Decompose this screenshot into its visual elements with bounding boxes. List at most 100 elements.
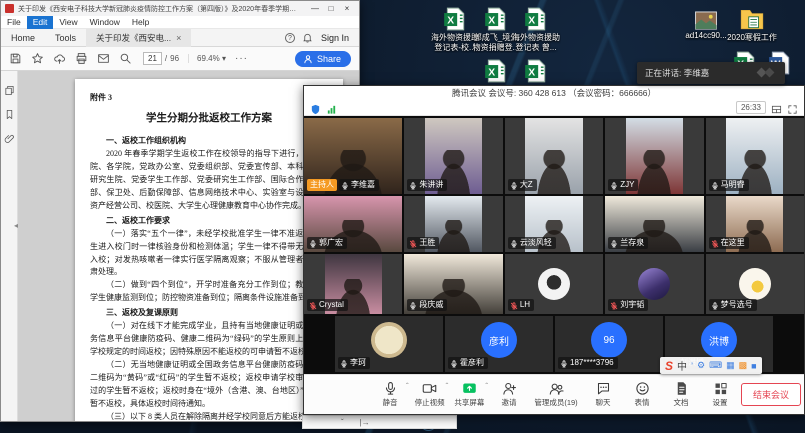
participant-name-badge: 李维嘉	[339, 179, 379, 191]
menu-edit[interactable]: Edit	[27, 16, 54, 29]
participant-tile[interactable]: 郭广宏	[304, 196, 402, 252]
tab-home[interactable]: Home	[1, 29, 45, 47]
meeting-toolbar-doc[interactable]: 文档	[663, 381, 699, 408]
participant-tile[interactable]: 大Z	[505, 118, 603, 194]
attachments-icon[interactable]	[4, 131, 15, 142]
participant-name: 云淡风轻	[520, 238, 552, 248]
participant-tile[interactable]: Crystal	[304, 254, 402, 314]
mail-icon[interactable]	[97, 52, 110, 65]
ime-tool-icon[interactable]: ■	[751, 361, 756, 371]
participant-tile[interactable]: 彦利霍彦利	[445, 316, 553, 372]
meeting-toolbar-share-screen[interactable]: 共享屏幕	[451, 381, 487, 408]
desktop-icon-excel[interactable]: X	[511, 58, 561, 84]
mic-muted-icon	[409, 239, 417, 247]
participant-tile[interactable]: 刘宇韬	[605, 254, 703, 314]
share-button[interactable]: Share	[295, 51, 351, 67]
sogou-logo-icon[interactable]: S	[665, 359, 673, 373]
menu-help[interactable]: Help	[126, 16, 155, 29]
ime-tool-icon[interactable]: ▦	[726, 360, 735, 371]
zoom-level-dropdown[interactable]: 69.4% ▾	[188, 54, 226, 63]
video-grid-row: 主持人李维嘉朱讲讲大Z ZJY 马明睿	[304, 118, 804, 194]
layout-switch-icon[interactable]	[771, 102, 782, 113]
excel-icon: X	[442, 6, 468, 32]
svg-text:X: X	[528, 67, 535, 78]
participant-name-badge: 刘宇韬	[608, 299, 648, 311]
participant-tile[interactable]: 云淡风轻	[505, 196, 603, 252]
page-thumbnails-icon[interactable]	[4, 83, 15, 94]
participant-tile[interactable]: ZJY	[605, 118, 703, 194]
participant-tile[interactable]: 王胜	[404, 196, 502, 252]
participant-tile[interactable]: 段庆威	[404, 254, 502, 314]
ime-tool-icon[interactable]: ’	[691, 361, 693, 371]
more-tools-button[interactable]: ···	[235, 53, 248, 64]
scroll-down-chevron-icon[interactable]: ˇ	[341, 418, 344, 427]
network-signal-icon[interactable]	[326, 102, 337, 113]
emoji-icon	[635, 381, 650, 396]
end-meeting-button[interactable]: 结束会议	[741, 383, 801, 406]
sign-in-button[interactable]: Sign In	[321, 33, 349, 43]
participant-tile[interactable]: 主持人李维嘉	[304, 118, 402, 194]
meeting-toolbar-mic[interactable]: 静音	[372, 381, 408, 408]
help-icon[interactable]: ?	[285, 33, 295, 43]
options-chevron-icon[interactable]: ˆ	[446, 382, 449, 391]
ime-tool-icon[interactable]: ▩	[739, 360, 748, 371]
desktop-icon-folder[interactable]: 2020寒假工作	[727, 6, 777, 43]
participant-tile[interactable]: 李珂	[335, 316, 443, 372]
meeting-toolbar-apps[interactable]: 设置	[702, 381, 738, 408]
desktop-icon-image[interactable]: ad14cc90...	[681, 11, 731, 41]
ime-mode-chinese[interactable]: 中	[677, 358, 687, 373]
cloud-upload-icon[interactable]	[53, 52, 66, 65]
participant-name-badge: 霍彦利	[448, 357, 488, 369]
menu-window[interactable]: Window	[84, 16, 126, 29]
pdf-titlebar[interactable]: 关于印发《西安电子科技大学新冠肺炎疫情防控工作方案（第四版）》及2020年春季学…	[1, 1, 359, 16]
participant-tile[interactable]: 朱讲讲	[404, 118, 502, 194]
meeting-toolbar-members[interactable]: 管理成员(19)	[530, 381, 582, 408]
participant-tile[interactable]: 马明睿	[706, 118, 804, 194]
meeting-toolbar-invite[interactable]: 邀请	[491, 381, 527, 408]
ime-tool-icon[interactable]: ⚙	[697, 360, 705, 371]
meeting-titlebar[interactable]: 腾讯会议 会议号: 360 428 613 （会议密码：666666）	[304, 86, 804, 100]
star-icon[interactable]	[31, 52, 44, 65]
minimize-button[interactable]: —	[307, 2, 323, 16]
participant-name: 马明睿	[721, 180, 745, 190]
participant-tile[interactable]: 在这里	[706, 196, 804, 252]
desktop-icon-excel[interactable]: X海外物资援助登记表 曾...	[511, 6, 561, 53]
doc-title: 学生分期分批返校工作方案	[90, 110, 328, 127]
participant-tile[interactable]: 兰存泉	[605, 196, 703, 252]
chat-icon	[596, 381, 611, 396]
maximize-button[interactable]: □	[323, 2, 339, 16]
zoom-search-icon[interactable]	[119, 52, 132, 65]
participant-tile[interactable]: 梦号选号	[706, 254, 804, 314]
participant-name-badge: 梦号选号	[709, 299, 757, 311]
meeting-toolbar-chat[interactable]: 聊天	[585, 381, 621, 408]
bookmarks-icon[interactable]	[4, 107, 15, 118]
options-chevron-icon[interactable]: ˆ	[485, 382, 488, 391]
page-number-input[interactable]: 21	[143, 52, 162, 65]
participant-name: 大Z	[520, 180, 533, 190]
sogou-ime-bar[interactable]: S 中 ’ ⚙ ⌨ ▦ ▩■	[660, 357, 762, 374]
participant-tile[interactable]: 96187****3796	[555, 316, 663, 372]
save-icon[interactable]	[9, 52, 22, 65]
close-button[interactable]: ×	[339, 2, 355, 16]
participant-tile[interactable]: LH	[505, 254, 603, 314]
page-jump-icon[interactable]: |→	[360, 418, 370, 427]
print-icon[interactable]	[75, 52, 88, 65]
security-shield-icon[interactable]	[310, 102, 321, 113]
meeting-toolbar-camera[interactable]: 停止视频	[412, 381, 448, 408]
pdf-bottom-scrollbar[interactable]: ˇ |→	[302, 415, 457, 429]
menu-file[interactable]: File	[1, 16, 27, 29]
menu-view[interactable]: View	[53, 16, 83, 29]
fullscreen-icon[interactable]	[787, 102, 798, 113]
tab-tools[interactable]: Tools	[45, 29, 86, 47]
svg-text:X: X	[528, 15, 535, 26]
participant-name-badge: LH	[508, 299, 534, 311]
meeting-toolbar-emoji[interactable]: 表情	[624, 381, 660, 408]
options-chevron-icon[interactable]: ˆ	[406, 382, 409, 391]
participant-name-badge: 段庆威	[407, 299, 447, 311]
ime-tool-icon[interactable]: ⌨	[709, 360, 722, 371]
participant-name-badge: ZJY	[608, 179, 638, 191]
notifications-bell-icon[interactable]	[302, 32, 313, 43]
tab-close-icon[interactable]: ×	[176, 29, 181, 47]
tab-document[interactable]: 关于印发《西安电... ×	[86, 29, 191, 47]
sidebar-collapse-icon[interactable]: ◂	[14, 221, 18, 230]
